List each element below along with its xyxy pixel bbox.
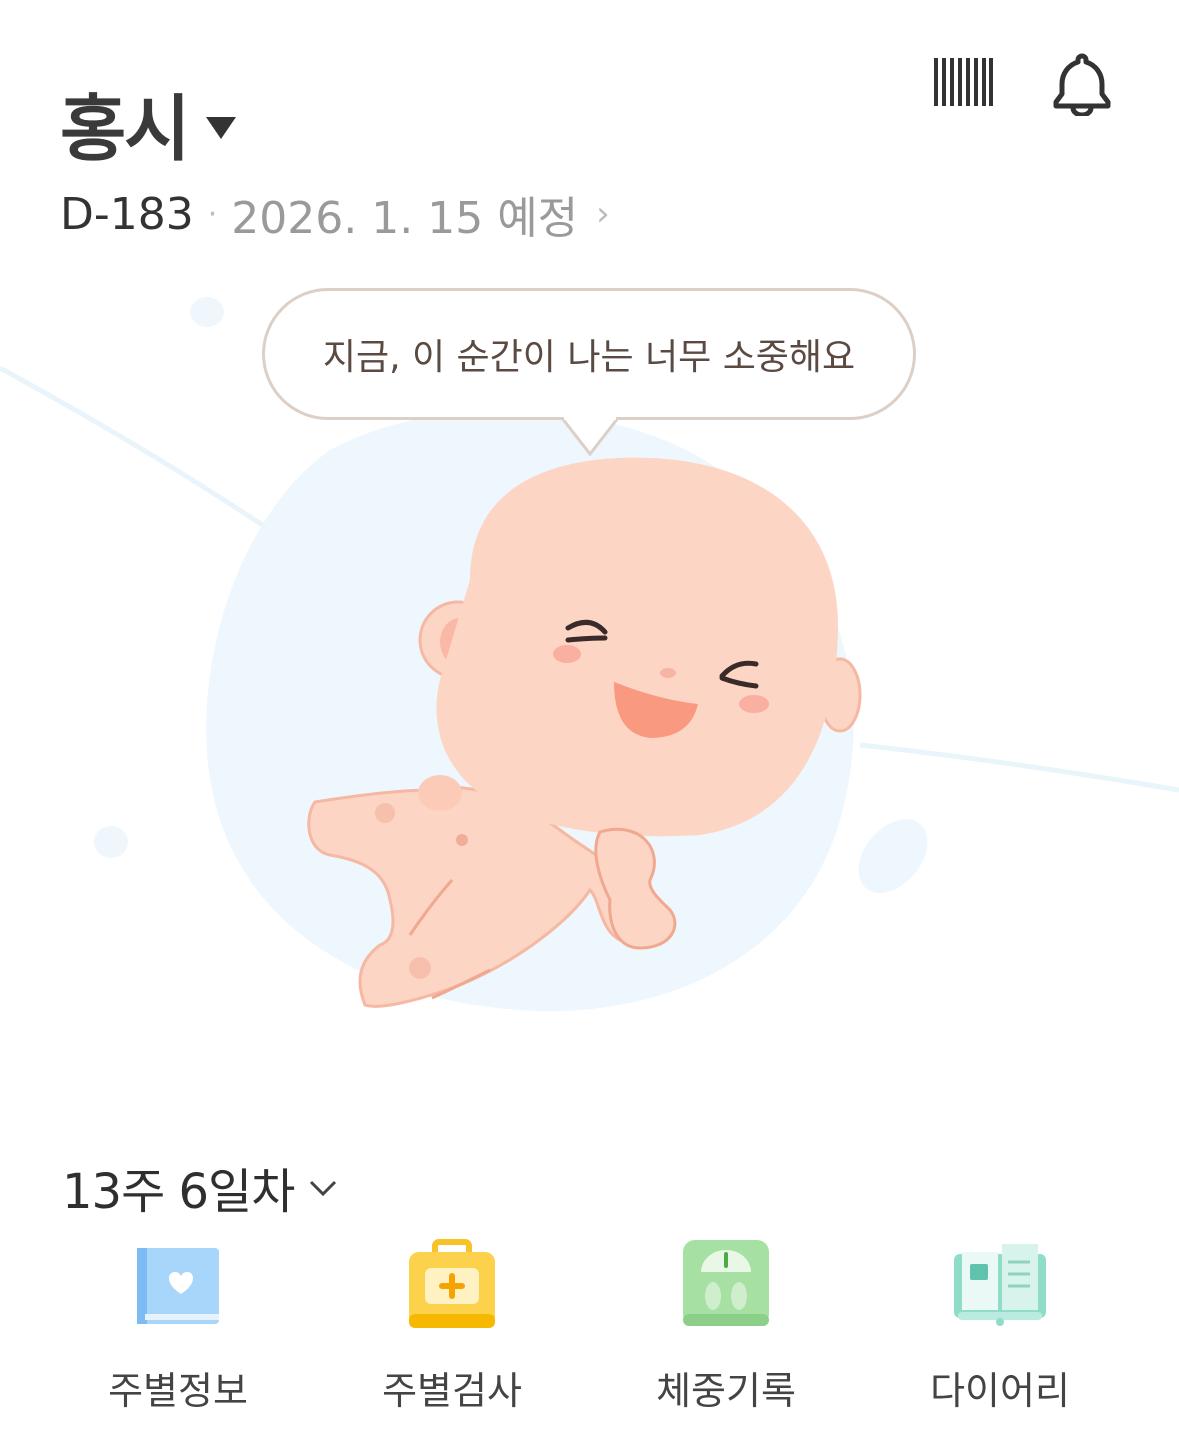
dday-count: D-183: [60, 188, 194, 240]
diary-icon: [954, 1244, 1046, 1326]
menu-weight-log[interactable]: 체중기록: [616, 1238, 836, 1415]
speech-bubble: 지금, 이 순간이 나는 너무 소중해요: [262, 288, 916, 420]
medical-kit-icon: [409, 1239, 495, 1328]
separator-dot: ·: [207, 196, 218, 232]
menu-label: 체중기록: [656, 1369, 796, 1413]
scale-icon: [683, 1240, 769, 1326]
menu-diary[interactable]: 다이어리: [890, 1238, 1110, 1415]
due-date-row[interactable]: D-183 · 2026. 1. 15 예정 ›: [60, 182, 610, 246]
baby-name: 홍시: [60, 87, 190, 171]
menu-label: 주별검사: [382, 1369, 522, 1413]
speech-bubble-text: 지금, 이 순간이 나는 너무 소중해요: [322, 337, 856, 378]
barcode-icon[interactable]: [932, 52, 994, 112]
menu-label: 다이어리: [930, 1369, 1070, 1413]
blue-book-heart-icon: [137, 1248, 219, 1324]
week-selector[interactable]: 13주 6일차: [62, 1152, 338, 1222]
menu-label: 주별정보: [108, 1369, 248, 1413]
baby-name-selector[interactable]: 홍시: [60, 70, 237, 175]
chevron-down-icon: [310, 1180, 337, 1197]
due-date: 2026. 1. 15 예정: [231, 193, 579, 244]
menu-weekly-checkup[interactable]: 주별검사: [342, 1238, 562, 1415]
menu-weekly-info[interactable]: 주별정보: [68, 1238, 288, 1415]
speech-bubble-tail: [560, 416, 620, 456]
caret-down-icon: [206, 116, 237, 139]
week-label: 13주 6일차: [62, 1164, 295, 1220]
chevron-right-icon: ›: [596, 194, 610, 234]
bell-icon[interactable]: [1052, 52, 1112, 120]
